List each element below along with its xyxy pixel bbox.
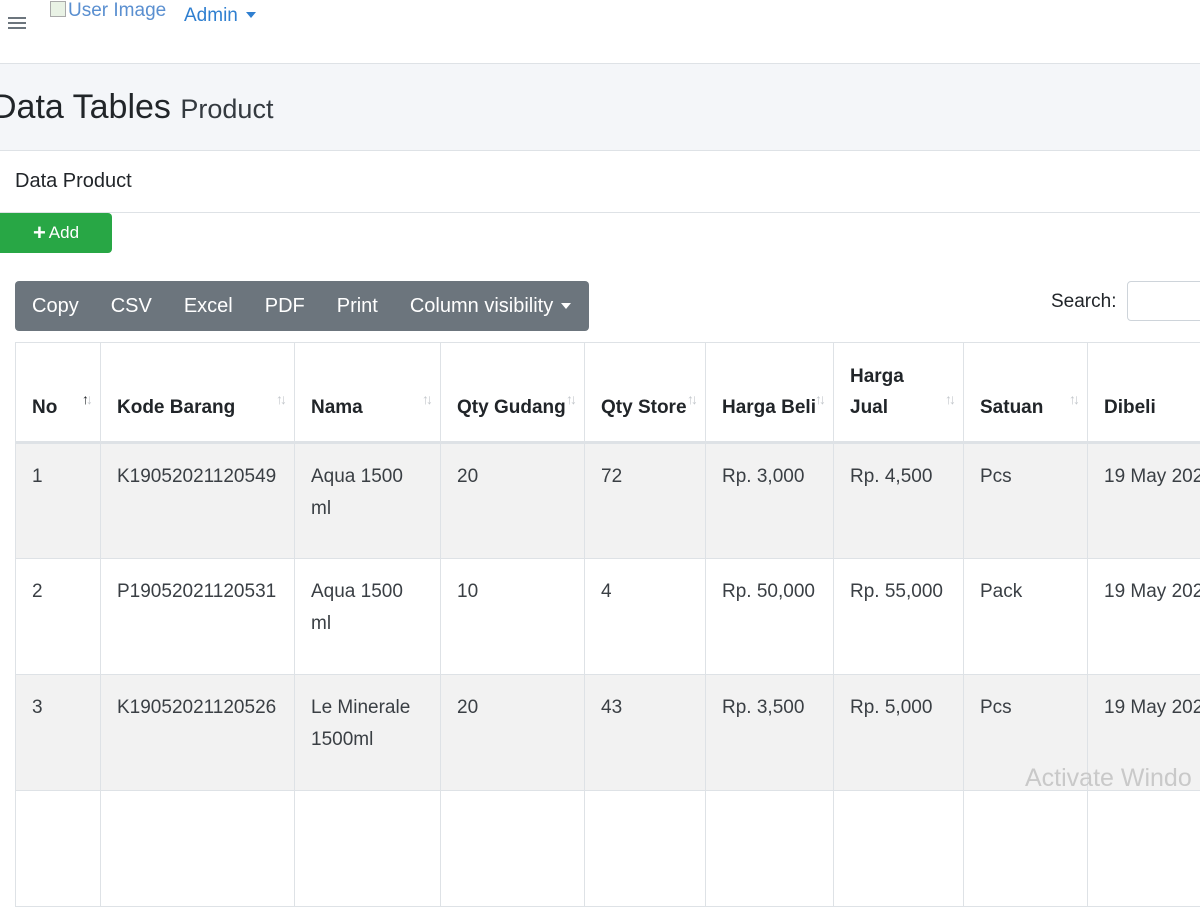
column-visibility-button[interactable]: Column visibility	[394, 281, 587, 331]
column-header-label: No	[32, 397, 57, 418]
sort-icon: ↑↓	[82, 384, 90, 415]
table-cell: Rp. 3,000	[706, 443, 834, 559]
column-header-qty-gudang[interactable]: Qty Gudang↑↓	[441, 343, 585, 443]
print-button[interactable]: Print	[321, 281, 394, 331]
table-cell: Rp. 50,000	[706, 559, 834, 675]
sort-icon: ↑↓	[422, 384, 430, 415]
table-cell: 10	[441, 559, 585, 675]
menu-toggle-icon[interactable]	[8, 14, 28, 34]
table-cell: Aqua 1500 ml	[295, 443, 441, 559]
user-image-alt: User Image	[68, 0, 166, 21]
sort-icon: ↑↓	[1069, 384, 1077, 415]
card-title: Data Product	[15, 170, 132, 193]
table-cell: K19052021120526	[101, 675, 295, 791]
table-row: 1K19052021120549Aqua 1500 ml2072Rp. 3,00…	[16, 443, 1200, 559]
column-header-label: Satuan	[980, 397, 1043, 418]
sort-icon: ↑↓	[945, 384, 953, 415]
user-image: User Image	[50, 0, 166, 22]
table-header: No↑↓Kode Barang↑↓Nama↑↓Qty Gudang↑↓Qty S…	[16, 343, 1200, 443]
card-header: Data Product	[0, 151, 1200, 213]
column-header-label: Qty Store	[601, 397, 687, 418]
table-row: 3K19052021120526Le Minerale 1500ml2043Rp…	[16, 675, 1200, 791]
column-header-nama[interactable]: Nama ↑↓	[295, 343, 441, 443]
table-cell: P19052021120531	[101, 559, 295, 675]
add-button-label: Add	[49, 223, 79, 243]
column-header-satuan[interactable]: Satuan ↑↓	[964, 343, 1088, 443]
table-cell	[16, 791, 101, 907]
top-navbar: User Image Admin	[0, 0, 1200, 64]
table-cell: 19 May 2021	[1088, 559, 1200, 675]
caret-down-icon	[561, 303, 571, 309]
copy-button[interactable]: Copy	[15, 281, 95, 331]
sort-icon: ↑↓	[815, 384, 823, 415]
user-dropdown[interactable]: Admin	[184, 5, 256, 27]
content-header: Data Tables Product	[0, 64, 1200, 151]
search-input[interactable]	[1127, 281, 1200, 321]
table-cell	[834, 791, 964, 907]
sort-icon: ↑↓	[276, 384, 284, 415]
column-header-kode-barang[interactable]: Kode Barang ↑↓	[101, 343, 295, 443]
sort-icon: ↑↓	[566, 384, 574, 415]
table-cell	[101, 791, 295, 907]
activate-windows-watermark: Activate Windo	[1025, 764, 1192, 793]
column-header-qty-store[interactable]: Qty Store↑↓	[585, 343, 706, 443]
table-cell: 72	[585, 443, 706, 559]
table-cell: 20	[441, 443, 585, 559]
column-header-label: Harga Jual	[850, 366, 904, 418]
column-header-harga-jual[interactable]: Harga Jual ↑↓	[834, 343, 964, 443]
sort-icon: ↑↓	[687, 384, 695, 415]
page-title-text: Data Tables	[0, 88, 171, 126]
pdf-button[interactable]: PDF	[249, 281, 321, 331]
page-subtitle: Product	[180, 94, 273, 124]
plus-icon: +	[33, 222, 46, 244]
table-cell: Rp. 4,500	[834, 443, 964, 559]
column-header-label: Qty Gudang	[457, 397, 566, 418]
table-cell: 20	[441, 675, 585, 791]
table-cell: 4	[585, 559, 706, 675]
table-cell	[295, 791, 441, 907]
user-name: Admin	[184, 5, 238, 26]
search-label: Search:	[1051, 291, 1116, 313]
column-header-no[interactable]: No ↑↓	[16, 343, 101, 443]
table-cell: Rp. 3,500	[706, 675, 834, 791]
csv-button[interactable]: CSV	[95, 281, 168, 331]
table-cell: Le Minerale 1500ml	[295, 675, 441, 791]
column-header-label: Harga Beli	[722, 397, 816, 418]
table-cell: Pack	[964, 559, 1088, 675]
add-button[interactable]: + Add	[0, 213, 112, 253]
table-cell	[706, 791, 834, 907]
column-header-dibeli[interactable]: Dibeli↑↓	[1088, 343, 1200, 443]
table-cell: Rp. 55,000	[834, 559, 964, 675]
table-cell: Pcs	[964, 443, 1088, 559]
column-header-label: Nama	[311, 397, 363, 418]
table-cell	[441, 791, 585, 907]
table-body: 1K19052021120549Aqua 1500 ml2072Rp. 3,00…	[16, 443, 1200, 907]
table-row: 2P19052021120531Aqua 1500 ml104Rp. 50,00…	[16, 559, 1200, 675]
table-cell: 3	[16, 675, 101, 791]
table-cell	[585, 791, 706, 907]
table-cell: Rp. 5,000	[834, 675, 964, 791]
table-cell	[1088, 791, 1200, 907]
table-row	[16, 791, 1200, 907]
table-cell: Aqua 1500 ml	[295, 559, 441, 675]
page-title: Data Tables Product	[0, 88, 273, 127]
export-button-group: Copy CSV Excel PDF Print Column visibili…	[15, 281, 589, 331]
column-visibility-label: Column visibility	[410, 295, 553, 317]
column-header-label: Kode Barang	[117, 397, 235, 418]
product-table: No↑↓Kode Barang↑↓Nama↑↓Qty Gudang↑↓Qty S…	[15, 342, 1200, 907]
caret-down-icon	[246, 12, 256, 18]
table-cell: 43	[585, 675, 706, 791]
broken-image-icon	[50, 1, 66, 17]
table-cell: 19 May 2021	[1088, 443, 1200, 559]
excel-button[interactable]: Excel	[168, 281, 249, 331]
column-header-label: Dibeli	[1104, 397, 1156, 418]
table-cell: 2	[16, 559, 101, 675]
table-cell	[964, 791, 1088, 907]
table-cell: 1	[16, 443, 101, 559]
column-header-harga-beli[interactable]: Harga Beli↑↓	[706, 343, 834, 443]
table-cell: K19052021120549	[101, 443, 295, 559]
